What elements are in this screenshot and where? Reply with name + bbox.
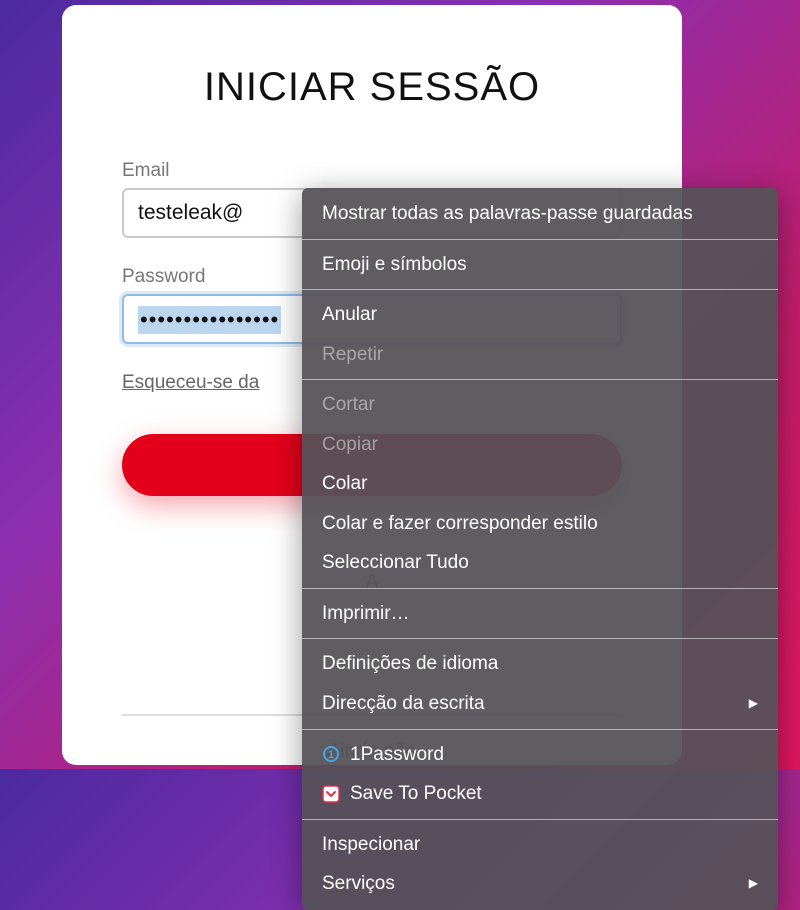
ctx-1password[interactable]: 1 1Password bbox=[302, 735, 778, 775]
ctx-services[interactable]: Serviços ▶ bbox=[302, 864, 778, 904]
onepassword-icon: 1 bbox=[322, 745, 340, 763]
ctx-separator bbox=[302, 289, 778, 290]
ctx-separator bbox=[302, 729, 778, 730]
ctx-show-saved-passwords[interactable]: Mostrar todas as palavras-passe guardada… bbox=[302, 194, 778, 234]
ctx-redo: Repetir bbox=[302, 335, 778, 375]
page-title: INICIAR SESSÃO bbox=[122, 65, 622, 110]
ctx-separator bbox=[302, 588, 778, 589]
password-mask: •••••••••••••••• bbox=[138, 306, 281, 334]
email-label: Email bbox=[122, 160, 622, 182]
ctx-paste-match-style[interactable]: Colar e fazer corresponder estilo bbox=[302, 504, 778, 544]
chevron-right-icon: ▶ bbox=[749, 695, 758, 712]
ctx-separator bbox=[302, 819, 778, 820]
pocket-icon bbox=[322, 785, 340, 803]
ctx-inspect[interactable]: Inspecionar bbox=[302, 825, 778, 865]
svg-text:1: 1 bbox=[328, 749, 334, 761]
ctx-cut: Cortar bbox=[302, 385, 778, 425]
context-menu: Mostrar todas as palavras-passe guardada… bbox=[302, 188, 778, 910]
ctx-undo[interactable]: Anular bbox=[302, 295, 778, 335]
ctx-copy: Copiar bbox=[302, 425, 778, 465]
ctx-writing-direction[interactable]: Direcção da escrita ▶ bbox=[302, 684, 778, 724]
ctx-language-settings[interactable]: Definições de idioma bbox=[302, 644, 778, 684]
ctx-save-to-pocket[interactable]: Save To Pocket bbox=[302, 774, 778, 814]
ctx-emoji-symbols[interactable]: Emoji e símbolos bbox=[302, 245, 778, 285]
ctx-separator bbox=[302, 638, 778, 639]
ctx-paste[interactable]: Colar bbox=[302, 464, 778, 504]
ctx-separator bbox=[302, 379, 778, 380]
ctx-separator bbox=[302, 239, 778, 240]
ctx-select-all[interactable]: Seleccionar Tudo bbox=[302, 543, 778, 583]
chevron-right-icon: ▶ bbox=[749, 875, 758, 892]
ctx-print[interactable]: Imprimir… bbox=[302, 594, 778, 634]
